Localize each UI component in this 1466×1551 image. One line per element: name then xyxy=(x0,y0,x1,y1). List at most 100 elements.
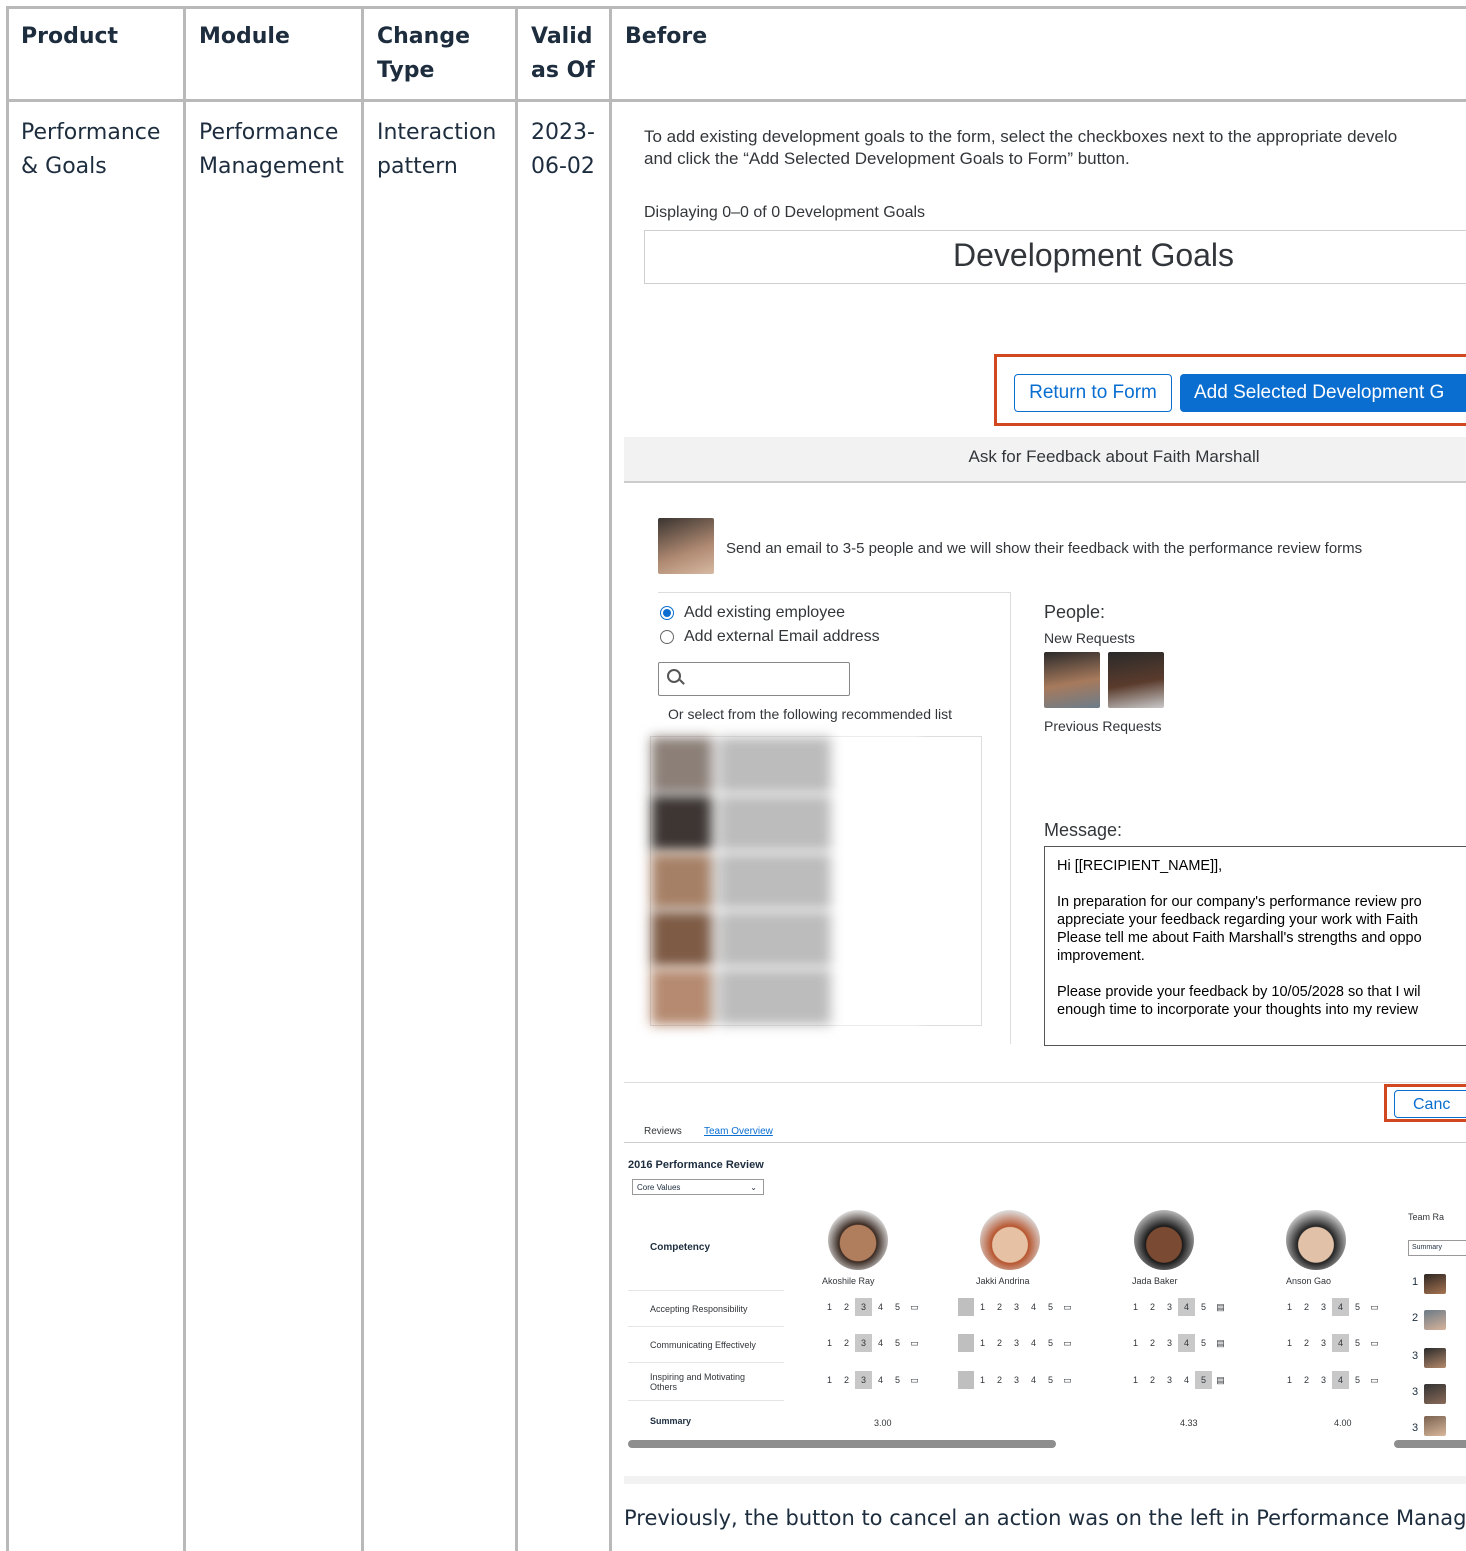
avatar[interactable] xyxy=(1108,652,1164,708)
cell-change-type: Interaction pattern xyxy=(377,120,497,179)
core-values-select[interactable]: Core Values ⌄ xyxy=(632,1179,764,1195)
message-line: In preparation for our company's perform… xyxy=(1057,894,1422,910)
person-name[interactable]: Akoshile Ray xyxy=(822,1276,875,1286)
avatar xyxy=(1286,1210,1346,1270)
avatar xyxy=(1424,1310,1446,1330)
tab-reviews[interactable]: Reviews xyxy=(644,1126,682,1137)
horizontal-scrollbar[interactable] xyxy=(1394,1440,1466,1448)
rating-scale[interactable]: 1 2 3 4 5 ▭ xyxy=(958,1371,1076,1389)
message-line: Please provide your feedback by 10/05/20… xyxy=(1057,984,1421,1000)
intro-line-2: and click the “Add Selected Development … xyxy=(644,149,1130,168)
list-item[interactable] xyxy=(651,737,921,793)
select-value: Core Values xyxy=(637,1183,681,1192)
summary-label: Summary xyxy=(650,1416,692,1426)
rating-scale[interactable]: 1 2 3 4 5 ▭ xyxy=(958,1334,1076,1352)
grid-line xyxy=(183,6,186,1551)
person-name[interactable]: Jada Baker xyxy=(1132,1276,1178,1286)
feedback-title: Ask for Feedback about Faith Marshall xyxy=(968,447,1260,466)
search-input[interactable] xyxy=(658,662,850,696)
avatar xyxy=(1424,1384,1446,1404)
rating-scale[interactable]: 1 2 3 4 5 ▤ xyxy=(1110,1334,1229,1352)
header-valid-as-of: Valid as Of xyxy=(531,24,595,83)
list-item[interactable] xyxy=(651,853,921,909)
feedback-header: Ask for Feedback about Faith Marshall xyxy=(624,437,1466,483)
avatar xyxy=(1424,1274,1446,1294)
grid-line xyxy=(6,99,1466,102)
radio-external-email[interactable] xyxy=(660,630,674,644)
avatar[interactable] xyxy=(1044,652,1100,708)
rating-scale[interactable]: 1 2 3 4 5 ▭ xyxy=(958,1298,1076,1316)
message-line: improvement. xyxy=(1057,948,1145,964)
message-line: Hi [[RECIPIENT_NAME]], xyxy=(1057,858,1223,874)
rating-scale[interactable]: 1 2 3 4 5 ▤ xyxy=(1110,1371,1229,1389)
rating-scale[interactable]: 1 2 3 4 5 ▭ xyxy=(804,1371,923,1389)
rating-scale[interactable]: 1 2 3 4 5 ▭ xyxy=(804,1298,923,1316)
divider xyxy=(658,592,1010,593)
intro-line-1: To add existing development goals to the… xyxy=(644,127,1398,146)
summary-select[interactable]: Summary xyxy=(1408,1240,1466,1256)
radio-existing-employee[interactable] xyxy=(660,606,674,620)
rating-scale[interactable]: 1 2 3 4 5 ▭ xyxy=(1264,1371,1383,1389)
competency-row-label: Communicating Effectively xyxy=(650,1340,756,1350)
add-selected-goals-button[interactable]: Add Selected Development G xyxy=(1180,374,1466,412)
divider xyxy=(624,1476,1466,1484)
grid-line xyxy=(361,6,364,1551)
list-item[interactable] xyxy=(651,795,921,851)
cell-module: Performance Management xyxy=(199,120,344,179)
rating-scale[interactable]: 1 2 3 4 5 ▤ xyxy=(1110,1298,1229,1316)
grid-line xyxy=(6,6,1466,9)
people-label: People: xyxy=(1044,602,1106,622)
summary-value: 4.33 xyxy=(1180,1418,1198,1428)
summary-value: 4.00 xyxy=(1334,1418,1352,1428)
return-to-form-button[interactable]: Return to Form xyxy=(1014,374,1172,412)
list-item[interactable] xyxy=(651,969,921,1025)
grid-line xyxy=(609,6,612,1551)
divider xyxy=(628,1290,784,1291)
header-change-type: Change Type xyxy=(377,24,470,83)
rank-number: 3 xyxy=(1412,1350,1419,1362)
tab-team-overview[interactable]: Team Overview xyxy=(704,1126,773,1137)
cell-product: Performance & Goals xyxy=(21,120,161,179)
message-textarea[interactable]: Hi [[RECIPIENT_NAME]], In preparation fo… xyxy=(1044,846,1466,1046)
avatar xyxy=(658,518,714,574)
recommended-list[interactable] xyxy=(650,736,982,1026)
rank-number: 3 xyxy=(1412,1422,1419,1434)
list-item[interactable] xyxy=(651,911,921,967)
grid-line xyxy=(515,6,518,1551)
header-before: Before xyxy=(625,24,708,49)
message-line: appreciate your feedback regarding your … xyxy=(1057,912,1419,928)
cell-valid-as-of: 2023-06-02 xyxy=(531,120,595,179)
rating-scale[interactable]: 1 2 3 4 5 ▭ xyxy=(804,1334,923,1352)
message-label: Message: xyxy=(1044,820,1123,840)
avatar xyxy=(828,1210,888,1270)
competency-row-label: Accepting Responsibility xyxy=(650,1304,748,1314)
avatar xyxy=(1134,1210,1194,1270)
divider xyxy=(628,1400,784,1401)
avatar xyxy=(1424,1348,1446,1368)
new-requests-label: New Requests xyxy=(1044,630,1136,646)
rank-number: 1 xyxy=(1412,1276,1419,1288)
header-module: Module xyxy=(199,24,290,49)
divider xyxy=(1010,592,1011,1044)
cancel-button[interactable]: Canc xyxy=(1394,1090,1466,1118)
dev-goals-panel: Development Goals xyxy=(644,230,1466,284)
rating-scale[interactable]: 1 2 3 4 5 ▭ xyxy=(1264,1298,1383,1316)
chevron-down-icon: ⌄ xyxy=(750,1183,757,1192)
divider xyxy=(624,1082,1466,1083)
team-rating-label: Team Ra xyxy=(1408,1212,1445,1222)
dev-goals-intro: To add existing development goals to the… xyxy=(644,126,1466,170)
divider xyxy=(628,1362,784,1363)
horizontal-scrollbar[interactable] xyxy=(628,1440,1056,1448)
person-name[interactable]: Jakki Andrina xyxy=(976,1276,1030,1286)
message-line: enough time to incorporate your thoughts… xyxy=(1057,1002,1419,1018)
rank-number: 3 xyxy=(1412,1386,1419,1398)
avatar xyxy=(980,1210,1040,1270)
dev-goals-title: Development Goals xyxy=(953,237,1235,273)
person-name[interactable]: Anson Gao xyxy=(1286,1276,1331,1286)
displaying-count: Displaying 0–0 of 0 Development Goals xyxy=(644,204,926,221)
rank-number: 2 xyxy=(1412,1312,1419,1324)
radio-external-label: Add external Email address xyxy=(684,628,880,645)
grid-line xyxy=(6,6,9,1551)
summary-value: 3.00 xyxy=(874,1418,892,1428)
rating-scale[interactable]: 1 2 3 4 5 ▭ xyxy=(1264,1334,1383,1352)
